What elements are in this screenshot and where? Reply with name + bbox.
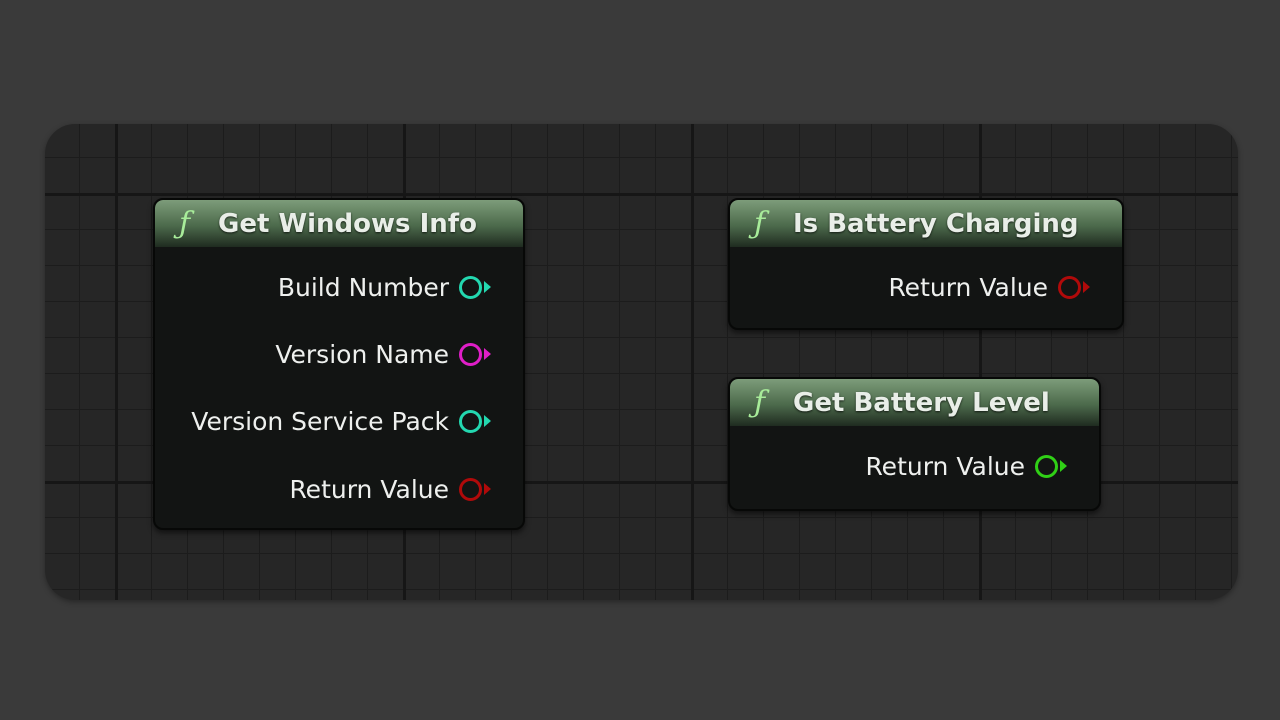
node-header[interactable]: ƒ Get Windows Info <box>155 200 523 247</box>
string-pin-icon[interactable] <box>459 341 493 367</box>
bool-pin-icon[interactable] <box>459 476 493 502</box>
node-header[interactable]: ƒ Get Battery Level <box>730 379 1099 426</box>
pin-return-value[interactable]: Return Value <box>865 446 1069 486</box>
node-is-battery-charging[interactable]: ƒ Is Battery Charging Return Value <box>728 198 1124 330</box>
blueprint-graph[interactable]: ƒ Get Windows Info Build Number Version … <box>45 124 1238 600</box>
pin-label: Return Value <box>289 474 449 504</box>
pin-return-value[interactable]: Return Value <box>888 267 1092 307</box>
node-get-battery-level[interactable]: ƒ Get Battery Level Return Value <box>728 377 1101 511</box>
int-pin-icon[interactable] <box>459 408 493 434</box>
function-icon: ƒ <box>179 205 191 241</box>
pin-label: Version Service Pack <box>191 406 449 436</box>
node-title: Get Battery Level <box>793 387 1050 418</box>
node-title: Get Windows Info <box>218 208 477 239</box>
pin-version-name[interactable]: Version Name <box>275 334 493 374</box>
pin-label: Version Name <box>275 339 449 369</box>
pin-version-service-pack[interactable]: Version Service Pack <box>191 401 493 441</box>
pin-build-number[interactable]: Build Number <box>278 267 493 307</box>
pin-return-value[interactable]: Return Value <box>289 469 493 509</box>
int-pin-icon[interactable] <box>459 274 493 300</box>
pin-label: Return Value <box>888 272 1048 302</box>
pin-label: Build Number <box>277 272 449 302</box>
function-icon: ƒ <box>754 384 766 420</box>
node-title: Is Battery Charging <box>793 208 1079 239</box>
bool-pin-icon[interactable] <box>1058 274 1092 300</box>
function-icon: ƒ <box>754 205 766 241</box>
float-pin-icon[interactable] <box>1035 453 1069 479</box>
pin-label: Return Value <box>865 451 1025 481</box>
node-header[interactable]: ƒ Is Battery Charging <box>730 200 1122 247</box>
node-get-windows-info[interactable]: ƒ Get Windows Info Build Number Version … <box>153 198 525 530</box>
